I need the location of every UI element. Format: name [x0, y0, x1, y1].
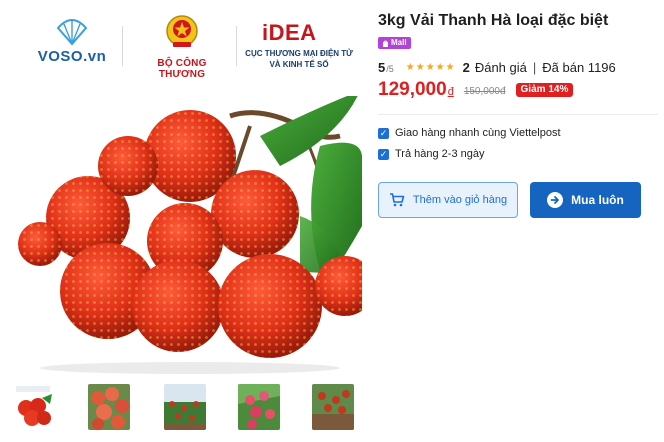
- sold-count: Đã bán 1196: [542, 59, 616, 75]
- option-return[interactable]: ✓ Trả hàng 2-3 ngày: [378, 146, 484, 162]
- logo-divider: [122, 26, 123, 66]
- idea-wordmark: iDEA: [262, 20, 317, 45]
- arrow-right-circle-icon: [547, 192, 564, 208]
- cart-icon: [389, 193, 405, 207]
- rating-row: 5 /5 ★ ★ ★ ★ ★ 2 Đánh giá | Đã bán 1196: [378, 58, 616, 76]
- thumbnail-4[interactable]: [238, 384, 280, 430]
- bct-logo: BỘ CÔNG THƯƠNG: [134, 14, 230, 80]
- add-to-cart-label: Thêm vào giỏ hàng: [412, 194, 508, 206]
- mall-badge: Mall: [378, 37, 411, 49]
- idea-subtitle-1: CỤC THƯƠNG MẠI ĐIỆN TỬ: [245, 49, 353, 58]
- logo-banner: VOSO.vn BỘ CÔNG THƯƠNG iDEA CỤC THƯƠNG M…: [0, 0, 362, 96]
- star-icon: ★: [425, 61, 435, 73]
- rating-stars: ★ ★ ★ ★ ★: [406, 62, 455, 73]
- star-icon: ★: [435, 61, 445, 73]
- checkbox-checked-icon[interactable]: ✓: [378, 127, 389, 139]
- thumbnail-2[interactable]: [88, 384, 130, 430]
- seashell-icon: [56, 19, 88, 46]
- logo-divider: [236, 26, 237, 66]
- option-label: Giao hàng nhanh cùng Viettelpost: [395, 127, 561, 139]
- checkbox-checked-icon[interactable]: ✓: [378, 148, 389, 160]
- thumbnail-3[interactable]: [164, 384, 206, 430]
- review-count[interactable]: 2: [463, 60, 470, 75]
- bct-label: BỘ CÔNG THƯƠNG: [157, 58, 207, 80]
- price-currency: đ: [447, 86, 454, 98]
- voso-brand-text: VOSO.vn: [37, 48, 107, 65]
- thumbnail-1[interactable]: [12, 384, 54, 430]
- review-label[interactable]: Đánh giá: [475, 60, 527, 75]
- main-product-photo[interactable]: [0, 96, 362, 376]
- buy-now-label: Mua luôn: [571, 193, 624, 207]
- product-title: 3kg Vải Thanh Hà loại đặc biệt: [378, 12, 609, 29]
- stat-separator: |: [532, 59, 537, 75]
- buy-now-button[interactable]: Mua luôn: [530, 182, 641, 218]
- rating-score: 5: [378, 59, 386, 75]
- option-label: Trả hàng 2-3 ngày: [395, 148, 485, 160]
- current-price: 129,000: [378, 79, 447, 100]
- star-icon: ★: [405, 61, 415, 73]
- voso-logo: VOSO.vn: [36, 18, 108, 74]
- original-price: 150,000đ: [463, 86, 506, 97]
- idea-logo: iDEA CỤC THƯƠNG MẠI ĐIỆN TỬ VÀ KINH TẾ S…: [244, 22, 354, 78]
- option-fast-shipping[interactable]: ✓ Giao hàng nhanh cùng Viettelpost: [378, 125, 561, 141]
- idea-subtitle-2: VÀ KINH TẾ SỐ: [269, 60, 329, 69]
- thumbnail-strip: [0, 380, 362, 442]
- product-details: 3kg Vải Thanh Hà loại đặc biệt Mall 5 /5…: [368, 0, 664, 442]
- star-icon: ★: [415, 61, 425, 73]
- product-gallery: VOSO.vn BỘ CÔNG THƯƠNG iDEA CỤC THƯƠNG M…: [0, 0, 362, 442]
- add-to-cart-button[interactable]: Thêm vào giỏ hàng: [378, 182, 518, 218]
- discount-badge: Giảm 14%: [515, 83, 574, 97]
- mall-bag-icon: [383, 40, 388, 47]
- price-row: 129,000 đ 150,000đ Giảm 14%: [378, 78, 574, 102]
- thumbnail-5[interactable]: [312, 384, 354, 430]
- lychee-image: [0, 96, 362, 376]
- rating-max: /5: [386, 63, 394, 74]
- national-emblem-icon: [166, 15, 198, 47]
- star-icon: ★: [445, 61, 455, 73]
- section-divider: [378, 114, 658, 115]
- mall-badge-label: Mall: [391, 38, 407, 47]
